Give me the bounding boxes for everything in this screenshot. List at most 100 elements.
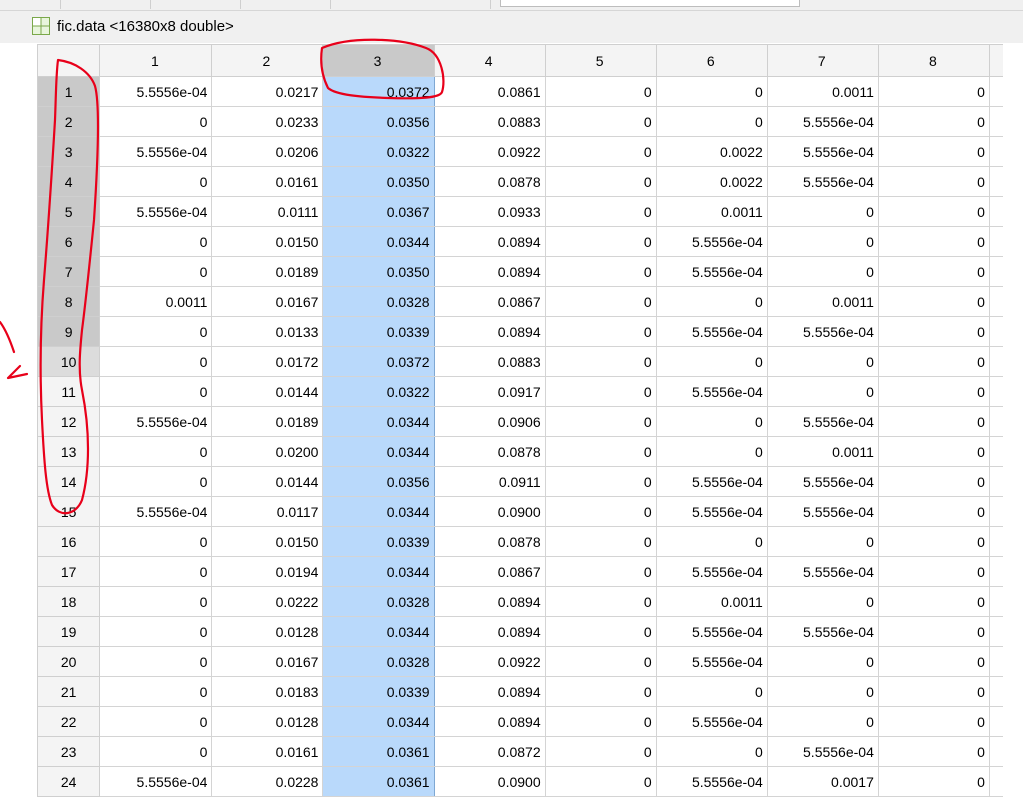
data-cell[interactable]: 0.0233	[211, 106, 324, 137]
data-cell[interactable]: 0.0344	[322, 616, 435, 647]
data-cell[interactable]: 0.0878	[433, 166, 546, 197]
data-cell[interactable]: 0.0011	[766, 436, 879, 467]
data-cell[interactable]: 0	[544, 676, 657, 707]
data-cell[interactable]: 0	[99, 436, 213, 467]
data-cell[interactable]: 0.0922	[433, 136, 546, 167]
data-cell[interactable]: 0.0011	[99, 286, 213, 317]
column-header-4[interactable]: 4	[433, 44, 546, 77]
data-cell[interactable]: 0.0922	[433, 646, 546, 677]
data-cell[interactable]: 5.5556e-04	[99, 136, 213, 167]
data-cell[interactable]: 0.0894	[433, 616, 546, 647]
data-cell[interactable]: 0.0128	[211, 616, 324, 647]
data-cell[interactable]: 0.0339	[322, 316, 435, 347]
data-cell[interactable]: 0	[877, 76, 990, 107]
row-header[interactable]: 22	[36, 706, 101, 737]
data-cell[interactable]: 0	[877, 676, 990, 707]
data-cell[interactable]: 0.0872	[433, 736, 546, 767]
data-cell[interactable]: 0	[544, 736, 657, 767]
data-cell[interactable]: 5.5556e-04	[766, 166, 879, 197]
data-cell[interactable]: 0.0883	[433, 346, 546, 377]
data-cell[interactable]: 0.0906	[433, 406, 546, 437]
data-cell[interactable]: 0	[655, 286, 768, 317]
data-cell[interactable]: 0.0372	[322, 346, 435, 377]
data-cell[interactable]: 0	[877, 646, 990, 677]
data-cell[interactable]: 0.0344	[322, 496, 435, 527]
data-cell[interactable]: 5.5556e-04	[766, 136, 879, 167]
data-cell[interactable]: 0.0172	[211, 346, 324, 377]
data-cell[interactable]: 0.0344	[322, 436, 435, 467]
data-cell[interactable]: 5.5556e-04	[655, 556, 768, 587]
data-cell[interactable]: 0.0861	[433, 76, 546, 107]
data-cell[interactable]: 0.0228	[211, 766, 324, 797]
data-cell[interactable]: 0	[877, 706, 990, 737]
data-cell[interactable]: 0.0344	[322, 556, 435, 587]
data-cell[interactable]: 0.0206	[211, 136, 324, 167]
data-cell[interactable]: 0.0011	[766, 76, 879, 107]
data-cell[interactable]: 0.0167	[211, 286, 324, 317]
data-cell[interactable]: 0	[766, 676, 879, 707]
data-cell[interactable]: 0	[877, 346, 990, 377]
data-cell[interactable]: 0	[877, 736, 990, 767]
data-cell[interactable]: 0.0189	[211, 256, 324, 287]
data-cell[interactable]: 5.5556e-04	[766, 616, 879, 647]
data-cell[interactable]: 0	[99, 736, 213, 767]
data-cell[interactable]: 0	[544, 646, 657, 677]
row-header[interactable]: 17	[36, 556, 101, 587]
row-header[interactable]: 9	[36, 316, 101, 347]
data-cell[interactable]: 0	[655, 76, 768, 107]
data-cell[interactable]: 0.0022	[655, 136, 768, 167]
data-cell[interactable]: 0	[877, 526, 990, 557]
data-cell[interactable]: 0.0894	[433, 586, 546, 617]
data-cell[interactable]: 0	[655, 436, 768, 467]
data-cell[interactable]: 0.0161	[211, 736, 324, 767]
data-cell[interactable]: 0.0344	[322, 406, 435, 437]
data-cell[interactable]: 0.0128	[211, 706, 324, 737]
data-cell[interactable]: 0.0372	[322, 76, 435, 107]
data-cell[interactable]: 0	[655, 346, 768, 377]
data-cell[interactable]: 0	[99, 316, 213, 347]
data-cell[interactable]: 0.0017	[766, 766, 879, 797]
toolbar-field[interactable]	[500, 0, 800, 7]
data-cell[interactable]: 0	[99, 376, 213, 407]
data-cell[interactable]: 0	[655, 106, 768, 137]
data-cell[interactable]: 0	[877, 556, 990, 587]
data-cell[interactable]: 0.0189	[211, 406, 324, 437]
data-cell[interactable]: 0	[877, 466, 990, 497]
data-cell[interactable]: 0.0222	[211, 586, 324, 617]
data-cell[interactable]: 0.0894	[433, 316, 546, 347]
row-header[interactable]: 8	[36, 286, 101, 317]
data-cell[interactable]: 0	[544, 466, 657, 497]
data-cell[interactable]: 0.0917	[433, 376, 546, 407]
data-cell[interactable]: 0	[766, 346, 879, 377]
data-cell[interactable]: 5.5556e-04	[99, 406, 213, 437]
data-cell[interactable]: 0	[544, 706, 657, 737]
row-header[interactable]: 11	[36, 376, 101, 407]
data-cell[interactable]: 0	[877, 586, 990, 617]
data-cell[interactable]: 0	[99, 706, 213, 737]
data-cell[interactable]: 0	[99, 166, 213, 197]
row-header[interactable]: 20	[36, 646, 101, 677]
data-cell[interactable]: 0.0011	[655, 586, 768, 617]
data-cell[interactable]: 0.0328	[322, 646, 435, 677]
data-cell[interactable]: 0.0328	[322, 286, 435, 317]
data-cell[interactable]: 0.0322	[322, 136, 435, 167]
data-cell[interactable]: 0.0150	[211, 526, 324, 557]
row-header[interactable]: 7	[36, 256, 101, 287]
data-cell[interactable]: 0	[766, 256, 879, 287]
data-cell[interactable]: 5.5556e-04	[766, 736, 879, 767]
column-header-5[interactable]: 5	[544, 44, 657, 77]
data-cell[interactable]: 0.0894	[433, 706, 546, 737]
data-cell[interactable]: 5.5556e-04	[655, 466, 768, 497]
data-cell[interactable]: 0	[766, 646, 879, 677]
data-cell[interactable]: 5.5556e-04	[766, 406, 879, 437]
data-cell[interactable]: 0.0361	[322, 736, 435, 767]
row-header[interactable]: 13	[36, 436, 101, 467]
data-cell[interactable]: 5.5556e-04	[655, 316, 768, 347]
data-cell[interactable]: 0	[655, 736, 768, 767]
data-cell[interactable]: 0	[877, 106, 990, 137]
data-cell[interactable]: 0.0361	[322, 766, 435, 797]
data-cell[interactable]: 5.5556e-04	[99, 496, 213, 527]
data-cell[interactable]: 0.0878	[433, 526, 546, 557]
data-cell[interactable]: 0.0878	[433, 436, 546, 467]
grid-corner[interactable]	[36, 44, 101, 77]
